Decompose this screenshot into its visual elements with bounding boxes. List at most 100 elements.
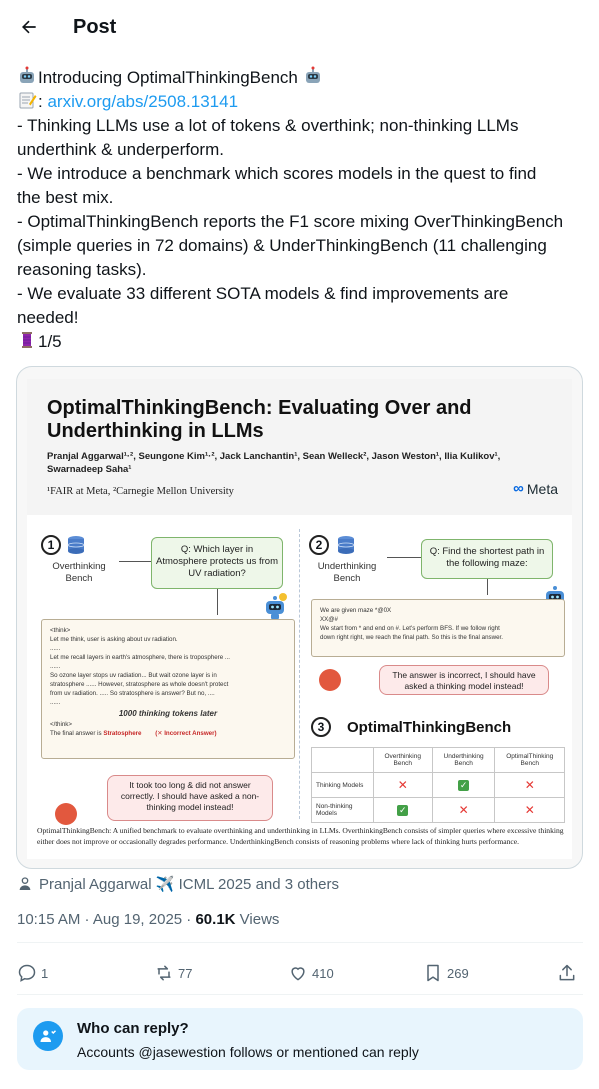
- arrow-left-icon: [22, 20, 36, 34]
- post-line: the best mix.: [17, 188, 114, 207]
- final-prefix: The final answer is: [50, 730, 104, 737]
- arrow: [387, 557, 421, 558]
- reply-icon: [18, 964, 36, 982]
- share-button[interactable]: [557, 958, 581, 988]
- authors-line: Pranjal Aggarwal¹·², Seungone Kim¹·², Ja…: [47, 451, 501, 462]
- paper-figure: OptimalThinkingBench: Evaluating Over an…: [27, 379, 572, 859]
- question-box: Q: Which layer in Atmosphere protects us…: [151, 537, 283, 589]
- reasoning-trace: <think> Let me think, user is asking abo…: [41, 619, 295, 759]
- meta-logo-text: Meta: [526, 480, 558, 497]
- trace-line: XX@#: [320, 616, 338, 623]
- bookmark-count: 269: [447, 965, 469, 981]
- table-row: Thinking Models ✕ ✓ ✕: [311, 772, 565, 798]
- back-button[interactable]: [12, 10, 46, 44]
- angry-face-icon: [55, 803, 77, 825]
- trace-line: ......: [50, 645, 61, 652]
- infinity-icon: ∞: [513, 480, 524, 497]
- post-line: Introducing OptimalThinkingBench: [17, 66, 583, 90]
- final-answer: Stratosphere: [103, 730, 142, 737]
- repost-button[interactable]: 77: [154, 958, 192, 988]
- bench-label: Overthinking Bench: [52, 561, 106, 584]
- callout-box: The answer is incorrect, I should have a…: [379, 665, 549, 695]
- cross-icon: ✕: [431, 797, 496, 823]
- heart-icon: [291, 967, 305, 981]
- people-icon: [33, 1021, 63, 1051]
- row-label: Thinking Models: [311, 772, 374, 798]
- robot-emoji-icon: [20, 66, 34, 83]
- verdict: (✕ Incorrect Answer): [155, 730, 217, 737]
- final-answer-line: The final answer is Stratosphere (✕ Inco…: [50, 729, 286, 738]
- trace-line: ......: [50, 699, 61, 706]
- views-label: Views: [235, 911, 280, 928]
- database-icon: [67, 536, 85, 554]
- divider: [17, 942, 583, 943]
- paper-affiliation: ¹FAIR at Meta, ²Carnegie Mellon Universi…: [47, 486, 234, 497]
- timestamp-line: 10:15 AM · Aug 19, 2025 · 60.1K Views: [17, 910, 279, 930]
- bookmark-button[interactable]: 269: [423, 958, 469, 988]
- tagged-users[interactable]: Pranjal Aggarwal ✈️ ICML 2025 and 3 othe…: [17, 873, 339, 895]
- post-line: underthink & underperform.: [17, 140, 224, 159]
- post-line: : arxiv.org/abs/2508.13141: [17, 90, 583, 114]
- action-bar: 1 77 410 269: [17, 958, 583, 988]
- robot-emoji-icon: [305, 66, 320, 83]
- column-header: OptimalThinking Bench: [494, 747, 565, 773]
- reply-button[interactable]: 1: [17, 958, 48, 988]
- reply-count: 1: [41, 965, 49, 981]
- bench-label: Underthinking Bench: [317, 561, 377, 584]
- figure-caption: OptimalThinkingBench: A unified benchmar…: [37, 826, 564, 846]
- post-line: - Thinking LLMs use a lot of tokens & ov…: [17, 116, 519, 135]
- who-can-reply-subtitle: Accounts @jasewestion follows or mention…: [77, 1044, 419, 1060]
- trace-line: Let me think, user is asking about uv ra…: [50, 636, 178, 643]
- cross-icon: ✕: [494, 772, 565, 798]
- paper-header: OptimalThinkingBench: Evaluating Over an…: [27, 379, 572, 515]
- trace-line: ......: [50, 663, 61, 670]
- post-line: - We evaluate 33 different SOTA models &…: [17, 284, 509, 303]
- like-button[interactable]: 410: [288, 958, 334, 988]
- panel-divider: [299, 529, 300, 819]
- repost-count: 77: [178, 965, 193, 981]
- tokens-note: 1000 thinking tokens later: [118, 709, 218, 718]
- arxiv-link[interactable]: arxiv.org/abs/2508.13141: [47, 92, 238, 111]
- database-icon: [337, 536, 355, 554]
- arrow: [487, 579, 488, 595]
- trace-line: So ozone layer stops uv radiation... But…: [50, 672, 217, 679]
- panel-number: 2: [309, 535, 329, 555]
- page-title: Post: [73, 16, 117, 38]
- panel-number: 1: [41, 535, 61, 555]
- post-line: reasoning tasks).: [17, 260, 147, 279]
- trace-line: </think>: [50, 721, 73, 728]
- repost-icon: [157, 965, 171, 981]
- top-bar: Post: [0, 0, 599, 53]
- arrow: [217, 589, 218, 615]
- row-label: Non-thinking Models: [311, 797, 374, 823]
- tagged-text: Pranjal Aggarwal ✈️ ICML 2025 and 3 othe…: [39, 876, 339, 893]
- timestamp[interactable]: 10:15 AM · Aug 19, 2025 ·: [17, 911, 195, 928]
- post-line: 1/5: [17, 330, 583, 354]
- trace-line: down right right, we reach the final pat…: [320, 634, 503, 641]
- trace-line: from uv radiation. ..... So stratosphere…: [50, 690, 215, 697]
- paper-title-line: OptimalThinkingBench: Evaluating Over an…: [47, 397, 472, 419]
- share-icon: [559, 964, 575, 981]
- trace-line: We start from * and end on #. Let's perf…: [320, 625, 500, 632]
- divider: [17, 994, 583, 995]
- column-header: Overthinking Bench: [372, 747, 433, 773]
- results-table: Overthinking Bench Underthinking Bench O…: [311, 747, 565, 823]
- authors-line: Swarnadeep Saha¹: [47, 464, 132, 475]
- check-icon: ✓: [372, 797, 433, 823]
- angry-face-icon: [319, 669, 341, 691]
- trace-line: We are given maze *@0X: [320, 607, 392, 614]
- post-text: Introducing OptimalThinkingBench : arxiv…: [17, 66, 583, 354]
- post-line: (simple queries in 72 domains) & UnderTh…: [17, 236, 547, 255]
- reasoning-trace: We are given maze *@0X XX@# We start fro…: [311, 599, 565, 657]
- cross-icon: ✕: [494, 797, 565, 823]
- who-can-reply-title: Who can reply?: [77, 1020, 189, 1037]
- post-line: - We introduce a benchmark which scores …: [17, 164, 537, 183]
- panel-number: 3: [311, 717, 331, 737]
- meta-logo: ∞ Meta: [513, 480, 558, 497]
- like-count: 410: [312, 965, 334, 981]
- post-line: - OptimalThinkingBench reports the F1 sc…: [17, 212, 564, 231]
- post-image[interactable]: OptimalThinkingBench: Evaluating Over an…: [16, 366, 583, 869]
- post-line: needed!: [17, 308, 79, 327]
- views-count: 60.1K: [195, 911, 236, 928]
- column-header: [311, 747, 374, 773]
